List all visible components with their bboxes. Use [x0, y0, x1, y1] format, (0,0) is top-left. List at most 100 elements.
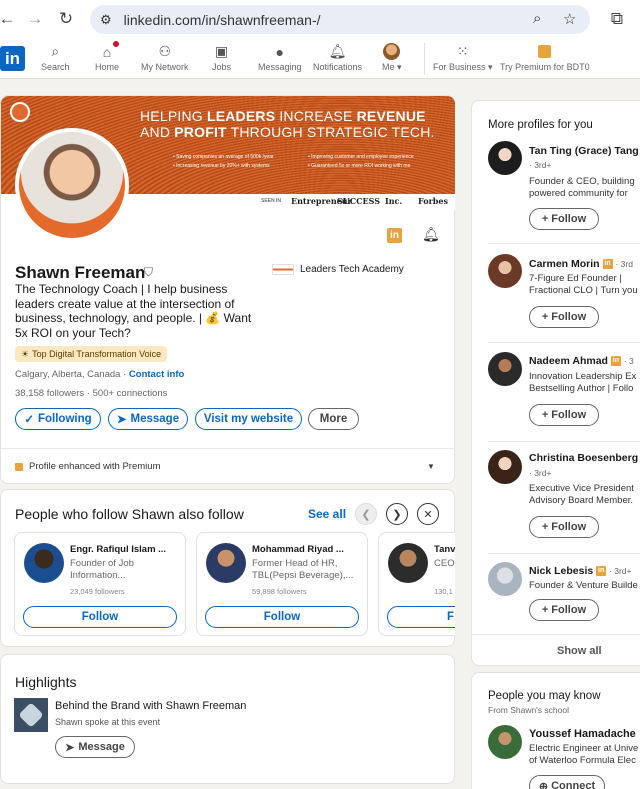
person-name[interactable]: Nadeem Ahmad in · 3	[529, 355, 634, 367]
section-title: People who follow Shawn also follow	[15, 506, 244, 522]
person-name[interactable]: Engr. Rafiqul Islam ...	[70, 544, 166, 555]
person-description: 7-Figure Ed Founder | Fractional CLO | Tu…	[529, 273, 638, 296]
avatar[interactable]	[488, 141, 522, 175]
linkedin-premium-icon: in	[387, 228, 402, 243]
see-all-link[interactable]: See all	[308, 507, 346, 521]
profile-photo[interactable]	[15, 128, 129, 242]
url-text[interactable]: linkedin.com/in/shawnfreeman-/	[124, 12, 321, 28]
suggested-person-card[interactable]: Tanv CEO 130,1 F	[378, 532, 455, 636]
nav-label: Messaging	[258, 62, 302, 72]
connect-button[interactable]: ⊕ Connect	[529, 775, 605, 789]
reload-icon[interactable]: ↻	[55, 8, 77, 30]
nav-my-network[interactable]: ⚇ My Network	[141, 43, 189, 72]
message-button[interactable]: ➤ Message	[108, 408, 188, 430]
suggested-person-card[interactable]: Engr. Rafiqul Islam ... Founder of Job In…	[14, 532, 186, 636]
voice-badge[interactable]: ☀ Top Digital Transformation Voice	[15, 346, 168, 362]
follow-button[interactable]: Follow	[205, 606, 359, 628]
avatar[interactable]	[488, 562, 522, 596]
more-button[interactable]: More	[308, 408, 359, 430]
nav-for-business[interactable]: ⁙ For Business ▾	[433, 43, 493, 73]
person-description: Innovation Leadership Ex Bestselling Auth…	[529, 371, 637, 394]
premium-row-label: Profile enhanced with Premium	[29, 461, 161, 472]
send-icon: ➤	[116, 414, 127, 426]
voice-badge-label: Top Digital Transformation Voice	[32, 349, 162, 359]
follower-count: 59,898 followers	[252, 587, 307, 596]
verified-shield-icon[interactable]: ⛉	[144, 265, 153, 280]
show-all-link[interactable]: Show all	[557, 645, 602, 657]
avatar[interactable]	[24, 543, 64, 583]
follow-button[interactable]: F	[387, 606, 455, 628]
avatar[interactable]	[488, 352, 522, 386]
nav-label: For Business ▾	[433, 62, 493, 72]
divider	[1, 448, 455, 449]
person-name[interactable]: Youssef Hamadache	[529, 728, 636, 740]
grid-icon: ⁙	[456, 43, 469, 59]
banner-bullet: • Saving companies an average of 500k /y…	[173, 154, 274, 160]
chevron-right-icon[interactable]: ❯	[386, 503, 408, 525]
person-name[interactable]: Nick Lebesis in · 3rd+	[529, 565, 632, 577]
following-button[interactable]: ✓ Following	[15, 408, 101, 430]
education-link[interactable]: Leaders Tech Academy	[272, 264, 404, 275]
press-logo: SUCCESS	[337, 196, 380, 206]
network-icon: ⚇	[158, 43, 172, 59]
person-name[interactable]: Christina Boesenberg	[529, 452, 638, 464]
highlight-title[interactable]: Behind the Brand with Shawn Freeman	[55, 700, 246, 712]
visit-website-button[interactable]: Visit my website	[195, 408, 302, 430]
avatar[interactable]	[488, 725, 522, 759]
follow-button[interactable]: + Follow	[529, 599, 599, 621]
follow-button[interactable]: Follow	[23, 606, 177, 628]
site-info-icon[interactable]: ⚙	[100, 12, 112, 28]
linkedin-logo[interactable]: in	[0, 46, 25, 71]
nav-notifications[interactable]: 🔔︎ Notifications	[313, 43, 362, 72]
follow-button[interactable]: + Follow	[529, 516, 599, 538]
follow-button[interactable]: + Follow	[529, 404, 599, 426]
divider	[488, 553, 640, 554]
banner-headline-1: HELPING LEADERS INCREASE REVENUE	[140, 108, 426, 124]
nav-label: Try Premium for BDT0	[500, 62, 590, 72]
location-text: Calgary, Alberta, Canada	[15, 369, 121, 380]
nav-label: Home	[95, 62, 120, 72]
avatar[interactable]	[488, 254, 522, 288]
nav-label: Notifications	[313, 62, 363, 72]
jobs-icon: ▣	[214, 43, 229, 59]
profile-name: Shawn Freeman	[15, 263, 146, 282]
chevron-down-icon[interactable]: ▼	[427, 462, 435, 471]
back-arrow-icon[interactable]: ←	[0, 8, 18, 30]
zoom-icon[interactable]: ⌕	[533, 10, 541, 27]
avatar[interactable]	[388, 543, 428, 583]
person-name[interactable]: Mohammad Riyad ...	[252, 544, 344, 555]
person-name[interactable]: Tan Ting (Grace) Tang	[529, 145, 639, 157]
suggested-person-card[interactable]: Mohammad Riyad ... Former Head of HR, TBL…	[196, 532, 368, 636]
nav-label: Search	[41, 62, 70, 72]
follow-button[interactable]: + Follow	[529, 208, 599, 230]
avatar[interactable]	[206, 543, 246, 583]
section-subtitle: From Shawn's school	[488, 705, 569, 715]
person-name[interactable]: Carmen Morin in · 3rd	[529, 258, 633, 270]
close-icon[interactable]: ✕	[417, 503, 439, 525]
highlight-message-button[interactable]: ➤ Message	[55, 736, 135, 758]
forward-arrow-icon[interactable]: →	[24, 8, 46, 30]
button-label: Visit my website	[203, 413, 294, 425]
bell-icon[interactable]: 🔔︎	[422, 226, 440, 243]
nav-home[interactable]: ⌂ Home	[95, 40, 120, 72]
person-description: CEO	[434, 558, 455, 569]
follow-button[interactable]: + Follow	[529, 306, 599, 328]
nav-jobs[interactable]: ▣ Jobs	[212, 43, 231, 72]
connections-count[interactable]: 500+ connections	[93, 388, 168, 399]
person-description: Founder & Venture Builde	[529, 580, 638, 591]
bookmark-star-icon[interactable]: ☆	[563, 10, 576, 28]
followers-count[interactable]: 38,158 followers	[15, 388, 84, 399]
contact-info-link[interactable]: Contact info	[129, 369, 184, 380]
plus-icon: +	[541, 213, 549, 225]
nav-search[interactable]: ⌕ Search	[41, 43, 70, 72]
extensions-icon[interactable]: ⧉	[606, 8, 628, 30]
nav-messaging[interactable]: ● Messaging	[258, 43, 302, 73]
avatar[interactable]	[488, 450, 522, 484]
chevron-left-icon[interactable]: ❮	[355, 503, 377, 525]
address-bar[interactable]: ⚙ linkedin.com/in/shawnfreeman-/ ⌕ ☆	[90, 5, 590, 34]
nav-try-premium[interactable]: Try Premium for BDT0	[500, 43, 590, 72]
nav-me[interactable]: Me ▾	[382, 43, 402, 73]
person-description: Founder & CEO, building powered community…	[529, 176, 635, 199]
person-name[interactable]: Tanv	[434, 544, 455, 555]
premium-row[interactable]: Profile enhanced with Premium	[15, 461, 160, 472]
